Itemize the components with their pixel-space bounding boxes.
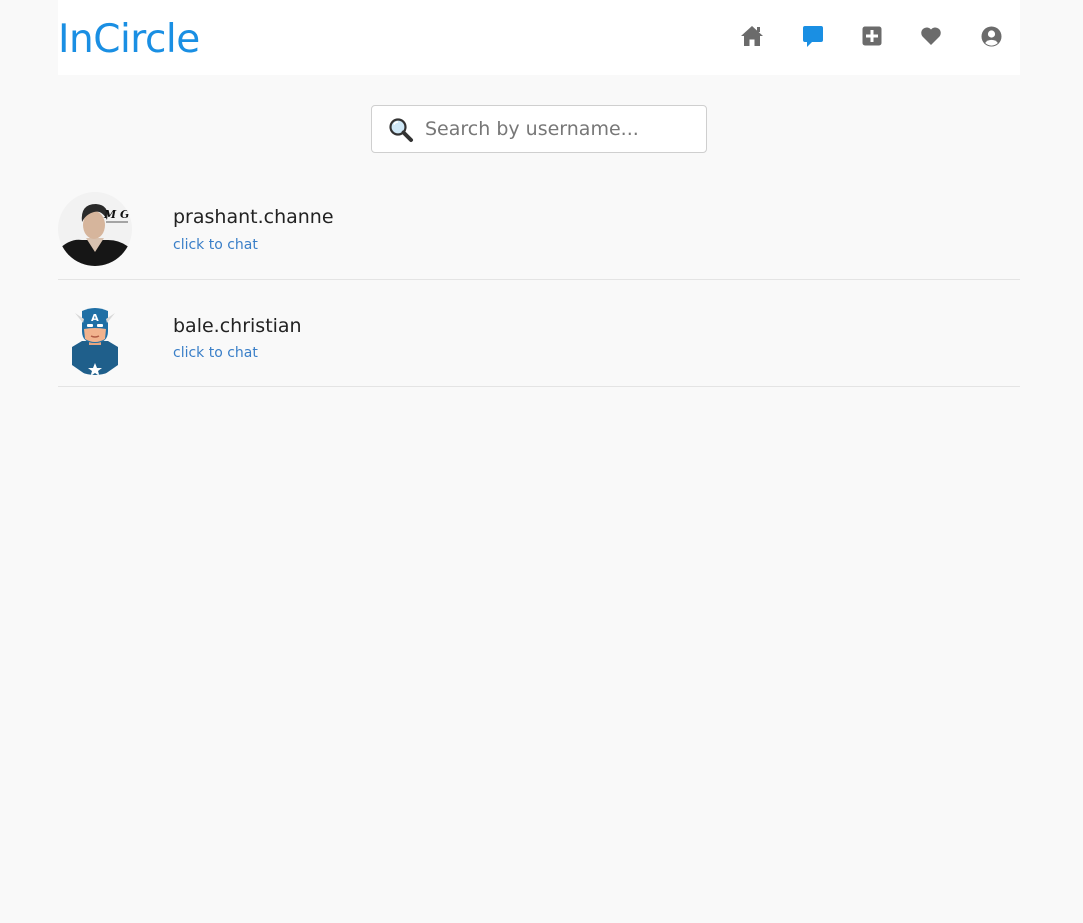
search-box: [371, 105, 707, 153]
search-input[interactable]: [425, 106, 695, 152]
chat-list-item[interactable]: M G prashant.channe click to chat: [58, 172, 1020, 280]
chat-list: M G prashant.channe click to chat A bale…: [58, 172, 1020, 387]
home-icon[interactable]: [740, 24, 764, 48]
plus-square-icon[interactable]: [860, 24, 884, 48]
heart-icon[interactable]: [919, 24, 943, 48]
photo-avatar: M G: [58, 192, 132, 266]
chat-subtitle[interactable]: click to chat: [173, 345, 258, 361]
chat-subtitle[interactable]: click to chat: [173, 237, 258, 253]
chat-list-item[interactable]: A bale.christian click to chat: [58, 280, 1020, 387]
captain-america-avatar: A: [58, 301, 132, 375]
chat-bubble-icon[interactable]: [801, 24, 825, 48]
svg-text:A: A: [91, 313, 99, 324]
user-circle-icon[interactable]: [979, 24, 1003, 48]
chat-username: bale.christian: [173, 315, 302, 337]
chat-username: prashant.channe: [173, 206, 334, 228]
svg-text:M G: M G: [103, 208, 129, 221]
top-navbar: InCircle: [58, 0, 1020, 75]
magnifier-icon: [388, 117, 414, 143]
brand-logo[interactable]: InCircle: [58, 16, 200, 64]
